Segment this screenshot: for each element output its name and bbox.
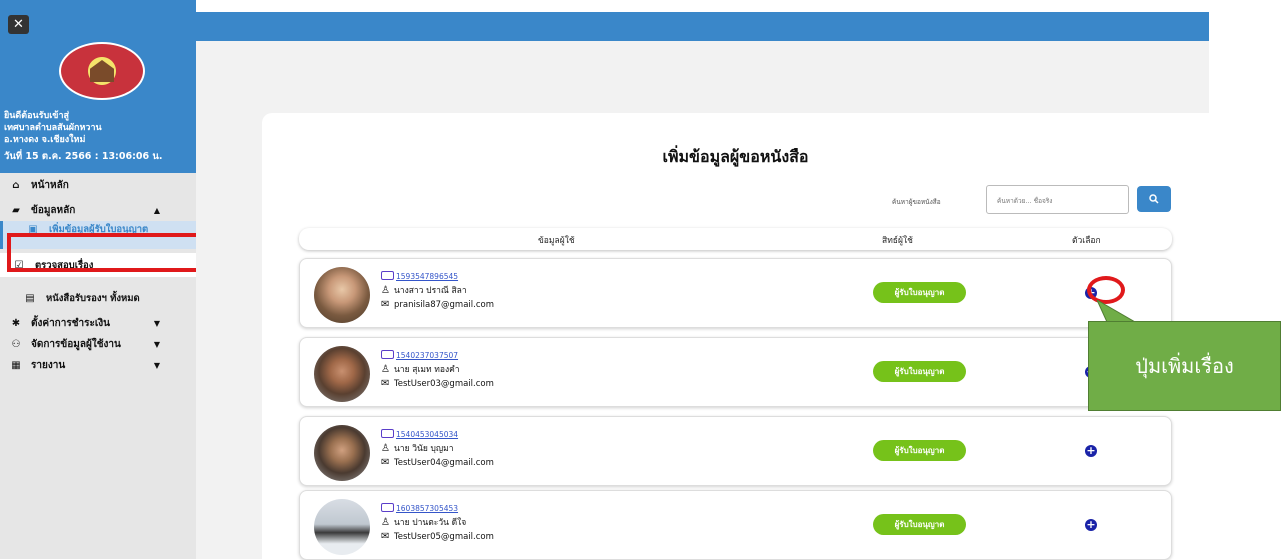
avatar bbox=[314, 346, 370, 402]
user-info: 1603857305453 ♙ นาย ปานตะวัน ดีใจ ✉ TestUs… bbox=[381, 502, 494, 544]
welcome-text: ยินดีต้อนรับเข้าสู่ เทศบาลตำบลสันผักหวาน… bbox=[4, 110, 196, 163]
id-card-icon bbox=[381, 350, 394, 359]
sidebar-item-all-certificates[interactable]: ▤ หนังสือรับรองฯ ทั้งหมด bbox=[0, 286, 196, 310]
user-icon: ♙ bbox=[381, 443, 390, 454]
sidebar-item-label: ตั้งค่าการชำระเงิน bbox=[31, 318, 111, 329]
column-header-role: สิทธ์ผู้ใช้ bbox=[882, 236, 913, 246]
table-header: ข้อมูลผู้ใช้ สิทธ์ผู้ใช้ ตัวเลือก bbox=[299, 228, 1172, 250]
page-title: เพิ่มข้อมูลผู้ขอหนังสือ bbox=[662, 147, 809, 166]
chevron-up-icon: ▲ bbox=[153, 206, 160, 215]
user-id-link[interactable]: 1540237037507 bbox=[396, 351, 458, 360]
role-badge: ผู้รับใบอนุญาต bbox=[873, 514, 966, 535]
database-icon: ▰ bbox=[12, 205, 20, 216]
user-email: pranisila87@gmail.com bbox=[394, 300, 494, 310]
municipality-logo bbox=[59, 42, 145, 100]
user-name: นาย ปานตะวัน ดีใจ bbox=[394, 518, 467, 528]
user-info: 1540237037507 ♙ นาย สุเมท ทองคำ ✉ TestUser… bbox=[381, 349, 494, 391]
user-icon: ♙ bbox=[381, 517, 390, 528]
home-icon: ⌂ bbox=[12, 180, 20, 191]
mail-icon: ✉ bbox=[381, 531, 390, 542]
search-icon bbox=[1149, 194, 1159, 204]
id-card-icon bbox=[381, 429, 394, 438]
user-id-link[interactable]: 1593547896545 bbox=[396, 272, 458, 281]
table-row: 1603857305453 ♙ นาย ปานตะวัน ดีใจ ✉ TestUs… bbox=[299, 490, 1172, 560]
highlight-box bbox=[7, 233, 203, 272]
document-icon: ▤ bbox=[25, 292, 35, 304]
avatar bbox=[314, 425, 370, 481]
table-row: 1593547896545 ♙ นางสาว ปราณี สิลา ✉ pranis… bbox=[299, 258, 1172, 328]
sidebar-header: ✕ ยินดีต้อนรับเข้าสู่ เทศบาลตำบลสันผักหว… bbox=[0, 0, 196, 173]
user-name: นาย วินัย บุญมา bbox=[394, 444, 454, 454]
search-input[interactable]: ค้นหาด้วย... ชื่อจริง bbox=[986, 185, 1129, 214]
top-bar bbox=[196, 12, 1209, 41]
sidebar-item-payment-settings[interactable]: ✱ ตั้งค่าการชำระเงิน ▼ bbox=[0, 313, 196, 334]
sidebar-item-master-data[interactable]: ▰ ข้อมูลหลัก ▲ bbox=[0, 200, 196, 221]
sidebar-item-reports[interactable]: ▦ รายงาน ▼ bbox=[0, 355, 196, 376]
sidebar-item-label: ข้อมูลหลัก bbox=[31, 205, 76, 216]
sidebar-nav: ⌂ หน้าหลัก ▰ ข้อมูลหลัก ▲ ▣ เพิ่มข้อมูลผ… bbox=[0, 175, 196, 376]
table-row: 1540453045034 ♙ นาย วินัย บุญมา ✉ TestUser… bbox=[299, 416, 1172, 486]
user-icon: ♙ bbox=[381, 285, 390, 296]
search-label: ค้นหาผู้ขอหนังสือ bbox=[892, 198, 941, 206]
chart-icon: ▦ bbox=[11, 360, 21, 371]
search-button[interactable] bbox=[1137, 186, 1171, 212]
welcome-line: ยินดีต้อนรับเข้าสู่ bbox=[4, 111, 69, 121]
user-info: 1540453045034 ♙ นาย วินัย บุญมา ✉ TestUser… bbox=[381, 428, 494, 470]
user-info: 1593547896545 ♙ นางสาว ปราณี สิลา ✉ pranis… bbox=[381, 270, 494, 312]
close-button[interactable]: ✕ bbox=[8, 15, 29, 34]
user-id-link[interactable]: 1540453045034 bbox=[396, 430, 458, 439]
column-header-user: ข้อมูลผู้ใช้ bbox=[538, 236, 575, 246]
user-email: TestUser04@gmail.com bbox=[394, 458, 494, 468]
welcome-line: อ.หางดง จ.เชียงใหม่ bbox=[4, 135, 86, 145]
callout-pointer bbox=[1096, 300, 1135, 323]
sidebar-item-user-management[interactable]: ⚇ จัดการข้อมูลผู้ใช้งาน ▼ bbox=[0, 334, 196, 355]
sidebar-item-label: รายงาน bbox=[31, 360, 66, 371]
annotation-callout: ปุ่มเพิ่มเรื่อง bbox=[1088, 321, 1281, 411]
user-name: นางสาว ปราณี สิลา bbox=[394, 286, 467, 296]
mail-icon: ✉ bbox=[381, 378, 390, 389]
role-badge: ผู้รับใบอนุญาต bbox=[873, 282, 966, 303]
user-name: นาย สุเมท ทองคำ bbox=[394, 365, 460, 375]
sidebar-item-label: จัดการข้อมูลผู้ใช้งาน bbox=[31, 339, 121, 350]
chevron-down-icon: ▼ bbox=[153, 340, 160, 349]
role-badge: ผู้รับใบอนุญาต bbox=[873, 440, 966, 461]
table-row: 1540237037507 ♙ นาย สุเมท ทองคำ ✉ TestUser… bbox=[299, 337, 1172, 407]
chevron-down-icon: ▼ bbox=[153, 319, 160, 328]
sidebar: ✕ ยินดีต้อนรับเข้าสู่ เทศบาลตำบลสันผักหว… bbox=[0, 0, 196, 559]
add-case-button[interactable]: + bbox=[1085, 445, 1097, 457]
sidebar-item-label: หน้าหลัก bbox=[31, 180, 69, 191]
chevron-down-icon: ▼ bbox=[153, 361, 160, 370]
datetime: วันที่ 15 ต.ค. 2566 : 13:06:06 น. bbox=[4, 151, 163, 162]
id-card-icon bbox=[381, 503, 394, 512]
add-case-button[interactable]: + bbox=[1085, 519, 1097, 531]
avatar bbox=[314, 499, 370, 555]
avatar bbox=[314, 267, 370, 323]
mail-icon: ✉ bbox=[381, 299, 390, 310]
user-email: TestUser03@gmail.com bbox=[394, 379, 494, 389]
id-card-icon bbox=[381, 271, 394, 280]
user-email: TestUser05@gmail.com bbox=[394, 532, 494, 542]
sidebar-item-label: หนังสือรับรองฯ ทั้งหมด bbox=[46, 292, 140, 304]
sidebar-item-home[interactable]: ⌂ หน้าหลัก bbox=[0, 175, 196, 196]
user-icon: ♙ bbox=[381, 364, 390, 375]
user-id-link[interactable]: 1603857305453 bbox=[396, 504, 458, 513]
welcome-line: เทศบาลตำบลสันผักหวาน bbox=[4, 123, 102, 133]
users-icon: ⚇ bbox=[11, 339, 21, 350]
role-badge: ผู้รับใบอนุญาต bbox=[873, 361, 966, 382]
gear-icon: ✱ bbox=[11, 318, 21, 329]
mail-icon: ✉ bbox=[381, 457, 390, 468]
column-header-options: ตัวเลือก bbox=[1072, 236, 1101, 246]
